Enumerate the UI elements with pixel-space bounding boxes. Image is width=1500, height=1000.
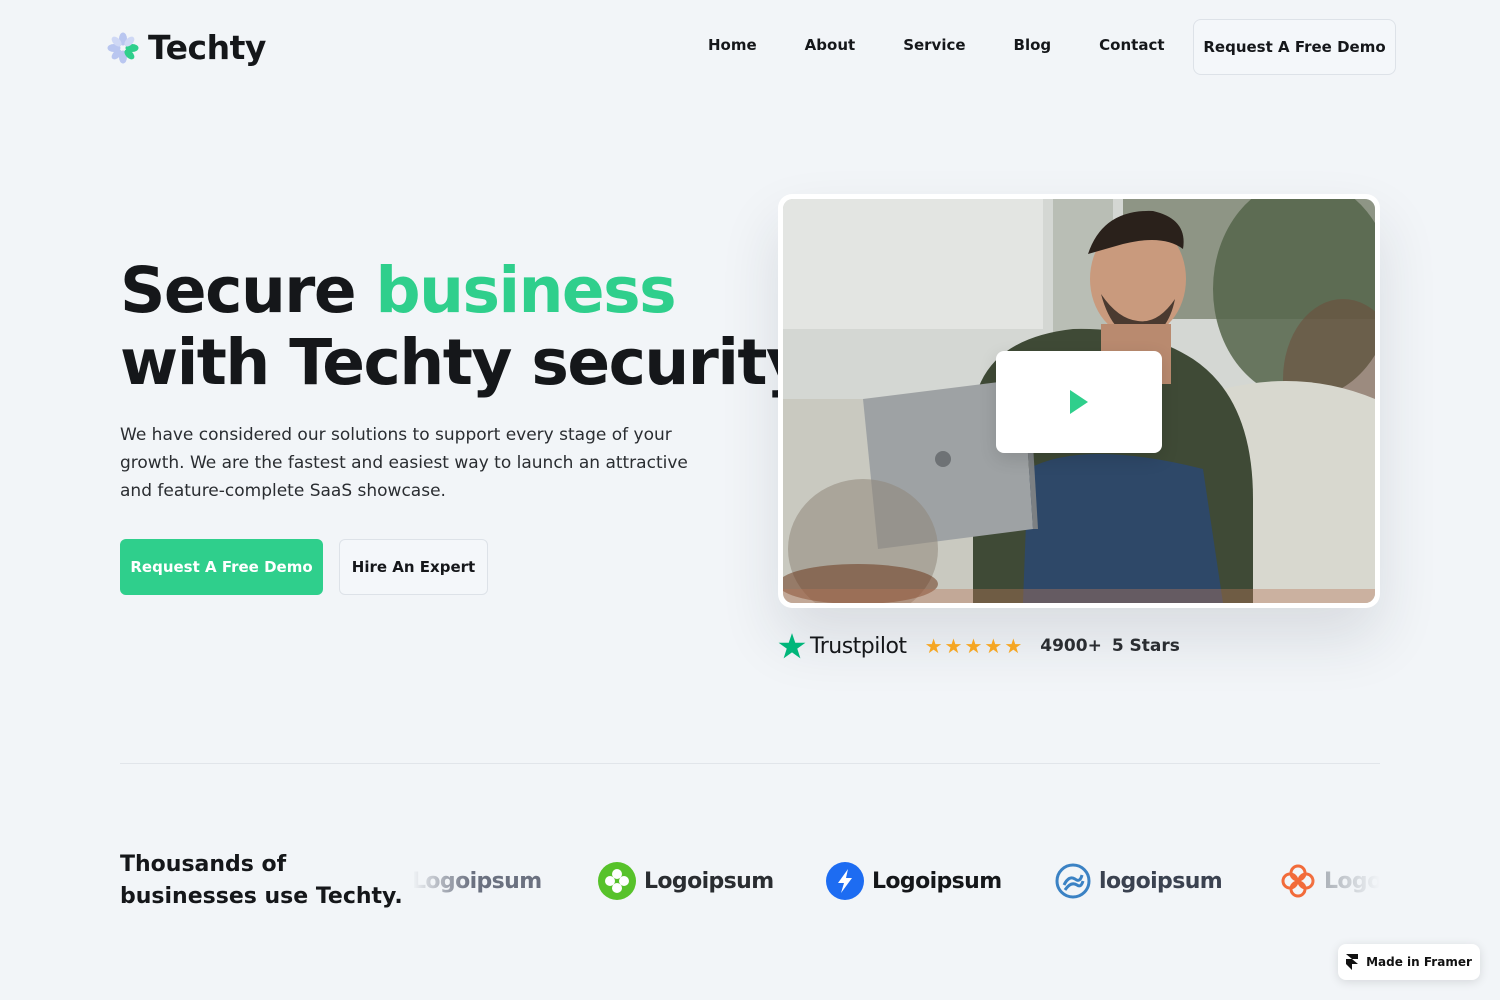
trustpilot-star-icon xyxy=(778,633,806,659)
client-logo-4: logoipsum xyxy=(1055,858,1223,904)
rating-label: 5 Stars xyxy=(1111,636,1180,656)
social-proof-line2: businesses use Techty. xyxy=(120,884,403,909)
client-logos-strip: Logoipsum Logoipsum Logoipsum logoipsum xyxy=(412,858,1380,904)
top-navigation: Techty Home About Service Blog Contact R… xyxy=(0,0,1500,95)
client-logo-4-text: logoipsum xyxy=(1099,868,1223,894)
video-card xyxy=(778,194,1380,608)
bolt-logo-icon xyxy=(826,862,864,900)
hero-description: We have considered our solutions to supp… xyxy=(120,425,688,501)
review-count: 4900+ xyxy=(1040,636,1102,656)
trustpilot-name: Trustpilot xyxy=(810,633,907,659)
hero-title-accent: business xyxy=(375,254,677,327)
framer-icon xyxy=(1346,954,1359,970)
hero-title-line2: with Techty security. xyxy=(120,326,824,399)
clover-logo-icon xyxy=(598,862,636,900)
request-demo-button[interactable]: Request A Free Demo xyxy=(120,539,323,595)
rating-star-icon: ★ xyxy=(984,634,1003,658)
client-logo-2: Logoipsum xyxy=(598,858,774,904)
client-logo-5: Logoipsum xyxy=(1280,858,1380,904)
made-in-framer-badge[interactable]: Made in Framer xyxy=(1338,944,1480,980)
client-logo-2-text: Logoipsum xyxy=(644,868,774,894)
trustpilot-rating: Trustpilot ★ ★ ★ ★ ★ 4900+ 5 Stars xyxy=(778,632,1180,660)
nav-request-demo-button[interactable]: Request A Free Demo xyxy=(1193,19,1396,75)
petal-logo-icon xyxy=(1281,864,1315,898)
social-proof-text: Thousands of businesses use Techty. xyxy=(120,849,403,913)
wave-logo-icon xyxy=(1055,863,1091,899)
client-logo-1-text: Logoipsum xyxy=(412,868,542,894)
client-logo-5-text: Logoipsum xyxy=(1324,868,1380,894)
rating-star-icon: ★ xyxy=(1004,634,1023,658)
hero-video-thumbnail[interactable] xyxy=(783,199,1375,603)
client-logo-3: Logoipsum xyxy=(826,858,1002,904)
trustpilot-logo[interactable]: Trustpilot xyxy=(778,632,907,660)
client-logo-1: Logoipsum xyxy=(412,858,542,904)
brand-name: Techty xyxy=(148,28,266,67)
hero-title: Secure business with Techty security. xyxy=(120,254,824,399)
rating-star-icon: ★ xyxy=(924,634,943,658)
nav-link-contact[interactable]: Contact xyxy=(1099,36,1164,54)
social-proof-line1: Thousands of xyxy=(120,852,287,877)
hire-expert-button[interactable]: Hire An Expert xyxy=(339,539,488,595)
framer-badge-label: Made in Framer xyxy=(1366,955,1472,969)
brand-logo[interactable]: Techty xyxy=(106,28,266,67)
section-divider xyxy=(120,763,1380,764)
nav-link-about[interactable]: About xyxy=(805,36,856,54)
play-icon xyxy=(1070,390,1088,414)
nav-links: Home About Service Blog Contact xyxy=(708,36,1213,54)
rating-star-icon: ★ xyxy=(964,634,983,658)
rating-stars: ★ ★ ★ ★ ★ xyxy=(925,636,1023,656)
nav-link-service[interactable]: Service xyxy=(903,36,965,54)
hero-title-plain: Secure xyxy=(120,254,376,327)
flower-logo-icon xyxy=(107,32,139,63)
client-logo-3-text: Logoipsum xyxy=(872,868,1002,894)
nav-link-home[interactable]: Home xyxy=(708,36,757,54)
nav-link-blog[interactable]: Blog xyxy=(1014,36,1052,54)
rating-star-icon: ★ xyxy=(944,634,963,658)
play-video-button[interactable] xyxy=(996,351,1162,453)
